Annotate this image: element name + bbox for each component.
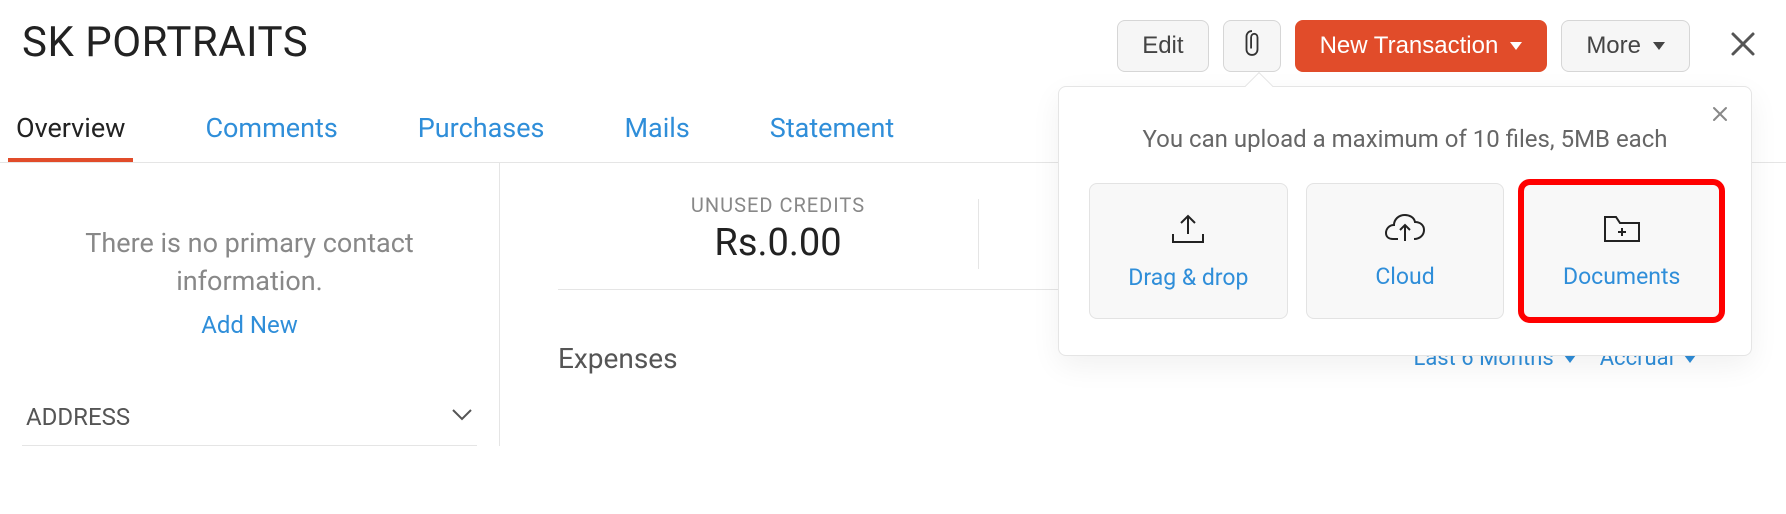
more-label: More [1586,32,1641,60]
chevron-down-icon [451,407,473,426]
popover-close-button[interactable] [1711,105,1729,127]
unused-credits-label: UNUSED CREDITS [598,193,958,217]
cloud-label: Cloud [1375,263,1434,290]
close-button[interactable] [1728,29,1758,63]
drag-drop-label: Drag & drop [1128,264,1248,291]
cloud-upload-icon [1384,213,1426,249]
page-title: SK PORTRAITS [22,18,1117,67]
attach-button[interactable] [1223,20,1281,72]
header-row: SK PORTRAITS Edit New Transaction More [0,0,1786,72]
new-transaction-label: New Transaction [1320,32,1499,60]
no-contact-text: There is no primary contact information. [22,225,477,301]
popover-options: Drag & drop Cloud Documents [1089,183,1721,319]
documents-label: Documents [1563,263,1680,290]
vertical-divider [978,199,979,269]
upload-cloud[interactable]: Cloud [1306,183,1505,319]
tab-comments[interactable]: Comments [197,112,345,160]
caret-down-icon [1510,42,1522,50]
expenses-title: Expenses [558,342,678,375]
left-column: There is no primary contact information.… [0,163,500,446]
upload-documents[interactable]: Documents [1522,183,1721,319]
unused-credits-amount: Rs.0.00 [598,221,958,265]
tab-overview[interactable]: Overview [8,112,133,162]
edit-button[interactable]: Edit [1117,20,1208,72]
popover-info-text: You can upload a maximum of 10 files, 5M… [1089,125,1721,153]
address-section-label: ADDRESS [26,403,130,431]
caret-down-icon [1653,42,1665,50]
header-actions: Edit New Transaction More [1117,20,1758,72]
tab-mails[interactable]: Mails [616,112,697,160]
tab-purchases[interactable]: Purchases [410,112,553,160]
credits-text: UNUSED CREDITS Rs.0.00 [598,193,958,265]
upload-icon [1169,212,1207,250]
attachment-popover: You can upload a maximum of 10 files, 5M… [1058,86,1752,356]
add-new-link[interactable]: Add New [22,311,477,339]
more-button[interactable]: More [1561,20,1690,72]
upload-drag-drop[interactable]: Drag & drop [1089,183,1288,319]
new-transaction-button[interactable]: New Transaction [1295,20,1548,72]
paperclip-icon [1241,29,1263,64]
address-section-toggle[interactable]: ADDRESS [22,385,477,446]
tab-statement[interactable]: Statement [762,112,902,160]
folder-add-icon [1602,213,1642,249]
edit-button-label: Edit [1142,32,1183,60]
